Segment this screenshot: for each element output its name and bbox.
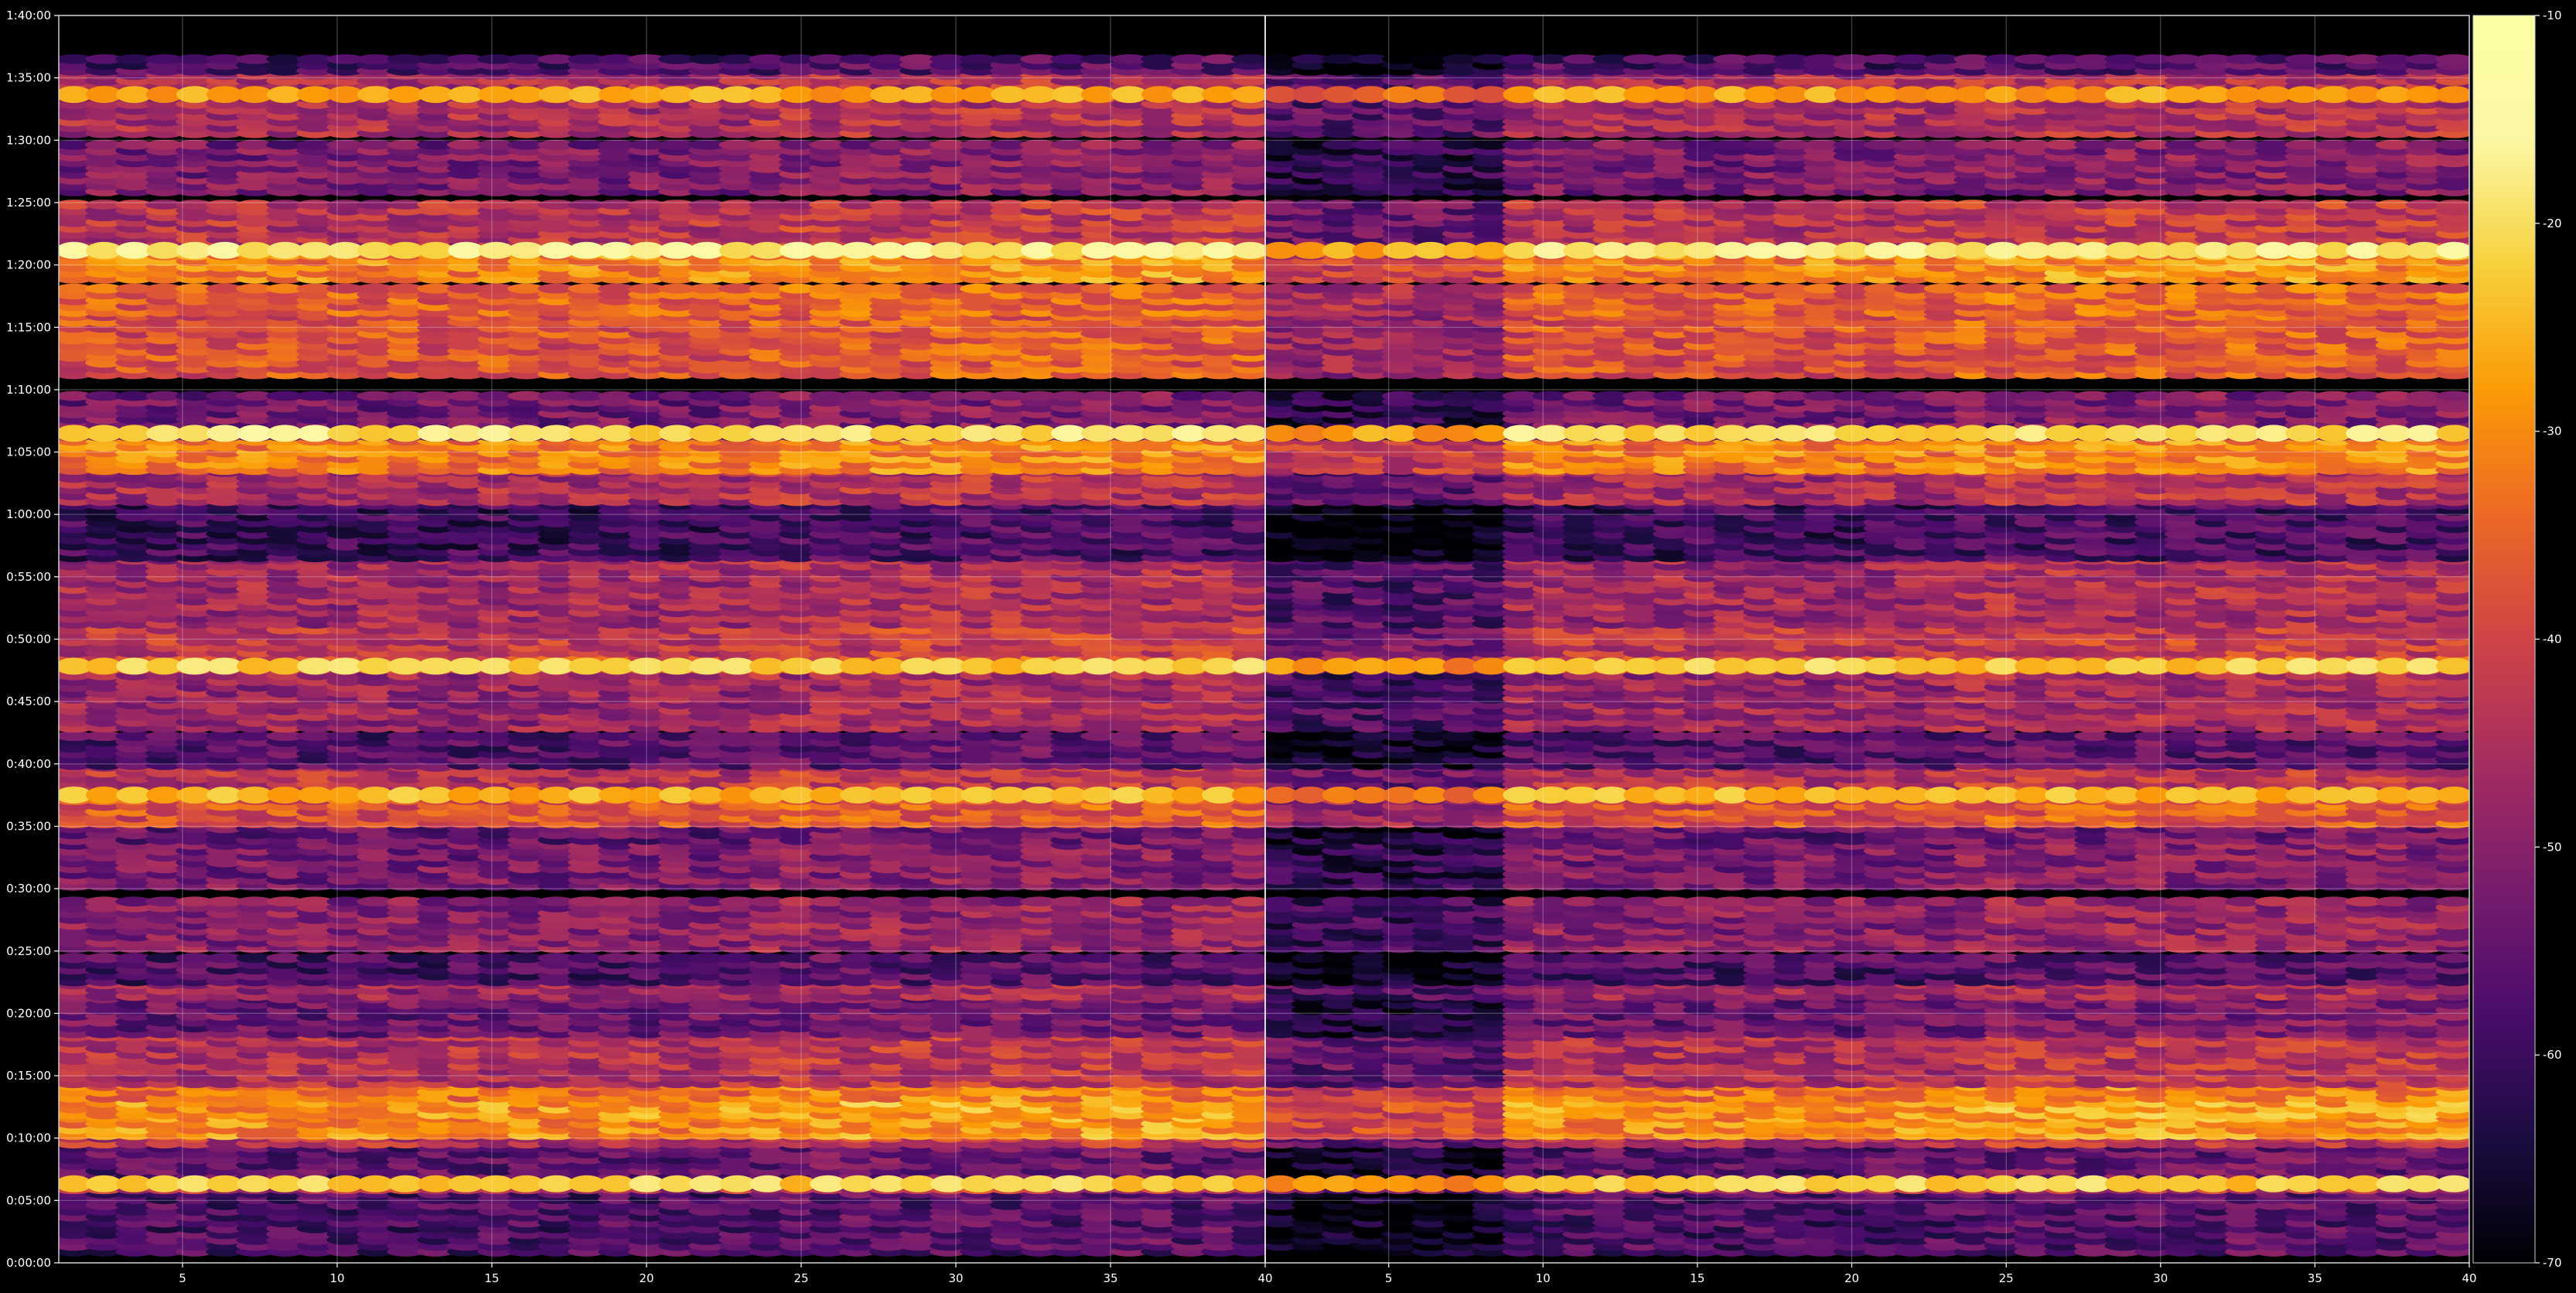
heatmap-cells-left [59,54,1265,1257]
heatmap-cell [1231,896,1265,907]
heatmap-cell [1231,953,1265,964]
heatmap-figure: 0:00:000:05:000:10:000:15:000:20:000:25:… [6,9,2561,1285]
